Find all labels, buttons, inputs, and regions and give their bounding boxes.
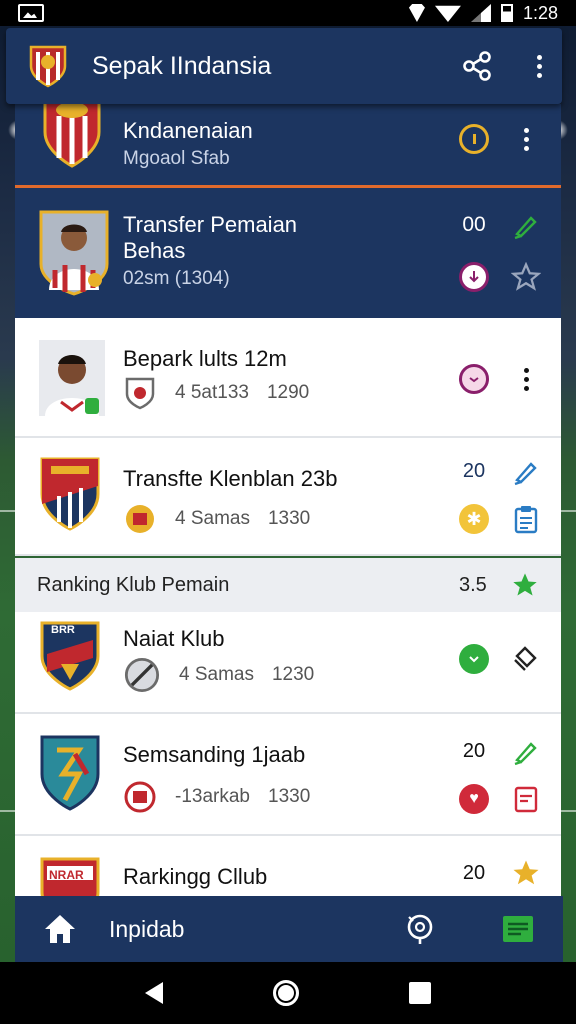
club-crest-icon	[40, 457, 100, 531]
pencil-icon[interactable]	[511, 736, 541, 766]
item-value: 00	[462, 213, 486, 236]
crest-label: NRAR	[49, 868, 84, 882]
item-stat: 4 5at133	[175, 382, 249, 403]
item-title: Naiat Klub	[123, 626, 225, 651]
list-item[interactable]: Kndanenaian Mgoaol Sfab	[15, 104, 561, 188]
item-subtitle: 02sm (1304)	[123, 268, 230, 289]
share-icon[interactable]	[462, 51, 492, 81]
club-badge-icon	[124, 781, 156, 813]
heart-badge-icon[interactable]: ♥	[459, 784, 489, 814]
item-title-line2: Behas	[123, 238, 186, 263]
recent-apps-icon[interactable]	[409, 982, 431, 1004]
clock: 1:28	[522, 2, 558, 23]
item-stat: 1330	[267, 508, 311, 529]
more-vert-icon[interactable]	[532, 54, 546, 78]
home-circle-icon[interactable]	[273, 980, 299, 1006]
club-badge-icon	[126, 505, 154, 533]
star-icon[interactable]	[511, 571, 539, 599]
club-badge-icon	[125, 377, 155, 410]
content-list: Kndanenaian Mgoaol Sfab Transfer Pemaian…	[15, 104, 561, 896]
list-item[interactable]: Semsanding 1jaab -13arkab 1330 20 ♥	[15, 714, 561, 836]
item-subtitle: Mgoaol Sfab	[123, 148, 230, 169]
item-stat: 1290	[266, 382, 310, 403]
item-title: Bepark lults 12m	[123, 346, 287, 371]
section-title: Ranking Klub Pemain	[37, 573, 230, 596]
pencil-icon[interactable]	[511, 210, 541, 240]
bottom-navigation: Inpidab	[15, 896, 563, 962]
list-item[interactable]: Transfer Pemaian Behas 02sm (1304) 00	[15, 188, 561, 318]
item-stat: 4 Samas	[175, 508, 250, 529]
sun-icon[interactable]: ✱	[459, 504, 489, 534]
document-icon[interactable]	[511, 784, 541, 814]
list-item[interactable]: BRR Naiat Klub 4 Samas 1230	[15, 612, 561, 714]
crest-label: BRR	[51, 624, 75, 636]
item-title: Transfer Pemaian	[123, 212, 298, 237]
item-title: Transfte Klenblan 23b	[123, 466, 338, 491]
club-crest-icon	[43, 104, 101, 168]
gallery-notification-icon	[18, 4, 44, 22]
player-photo	[39, 340, 105, 416]
item-value: 20	[462, 739, 486, 762]
clipboard-icon[interactable]	[511, 504, 541, 534]
more-vert-icon[interactable]	[511, 124, 541, 154]
system-navigation	[0, 962, 576, 1024]
home-icon[interactable]	[43, 913, 77, 945]
wifi-icon	[434, 5, 461, 22]
search-badge-icon[interactable]	[405, 913, 435, 945]
player-photo	[39, 210, 109, 296]
bottom-nav-label[interactable]: Inpidab	[109, 916, 184, 943]
item-stat: 4 Samas	[179, 664, 254, 685]
app-logo-icon	[29, 45, 67, 88]
status-bar: 1:28	[0, 0, 576, 26]
item-title: Kndanenaian	[123, 118, 253, 143]
section-value: 3.5	[459, 573, 487, 596]
club-crest-icon	[40, 735, 100, 811]
item-title: Semsanding 1jaab	[123, 742, 306, 767]
club-badge-icon	[124, 657, 160, 693]
item-stat: 1230	[271, 664, 315, 685]
item-value: 20	[462, 861, 486, 884]
pencil-icon[interactable]	[511, 456, 541, 486]
clock-icon[interactable]	[459, 364, 489, 394]
star-outline-icon[interactable]	[511, 262, 541, 292]
star-icon[interactable]	[511, 858, 541, 888]
download-icon[interactable]	[459, 262, 489, 292]
item-stat: 1330	[268, 786, 311, 807]
item-title: Rarkingg Cllub	[123, 864, 268, 889]
list-item[interactable]: NRAR Rarkingg Cllub 20	[15, 836, 561, 896]
back-icon[interactable]	[145, 982, 163, 1004]
timer-icon[interactable]	[459, 124, 489, 154]
app-title: Sepak IIndansia	[92, 51, 272, 80]
list-item[interactable]: Bepark lults 12m 4 5at133 1290	[15, 318, 561, 438]
signal-icon	[470, 4, 491, 22]
list-icon[interactable]	[501, 914, 535, 944]
list-item[interactable]: Transfte Klenblan 23b 4 Samas 1330 20 ✱	[15, 438, 561, 556]
location-icon	[408, 4, 425, 22]
battery-icon	[500, 4, 513, 22]
app-bar: Sepak IIndansia	[6, 28, 562, 104]
section-header: Ranking Klub Pemain 3.5	[15, 558, 561, 612]
item-stat: -13arkab	[175, 786, 250, 807]
check-icon[interactable]	[459, 644, 489, 674]
item-value: 20	[462, 459, 486, 482]
pin-icon[interactable]	[511, 644, 541, 674]
more-vert-icon[interactable]	[511, 364, 541, 394]
